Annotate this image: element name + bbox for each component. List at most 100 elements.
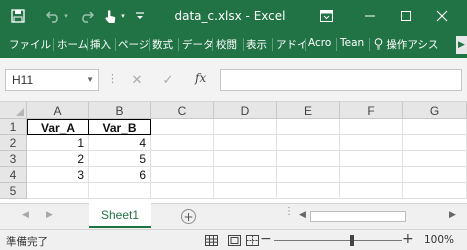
column-header-d[interactable]: D bbox=[214, 102, 277, 119]
tab-data[interactable]: データ bbox=[182, 37, 214, 52]
scroll-left-icon[interactable]: ◀ bbox=[299, 210, 306, 220]
insert-function-button[interactable]: fx bbox=[195, 71, 206, 85]
cell-b4[interactable]: 6 bbox=[89, 167, 151, 183]
cell-g3[interactable] bbox=[403, 151, 467, 167]
page-break-preview-icon[interactable] bbox=[244, 233, 260, 247]
tab-divider bbox=[178, 38, 179, 51]
cell-e3[interactable] bbox=[277, 151, 340, 167]
zoom-out-button[interactable]: − bbox=[260, 231, 272, 247]
formula-bar-resize-handle[interactable]: ⋮ bbox=[107, 73, 118, 85]
cell-g1[interactable] bbox=[403, 119, 467, 135]
cell-c3[interactable] bbox=[151, 151, 214, 167]
cancel-entry-button[interactable]: ✕ bbox=[128, 71, 146, 89]
cell-a2[interactable]: 1 bbox=[27, 135, 89, 151]
tab-formulas[interactable]: 数式 bbox=[152, 37, 173, 52]
cell-g2[interactable] bbox=[403, 135, 467, 151]
tab-team[interactable]: Tean bbox=[340, 37, 364, 49]
tab-view[interactable]: 表示 bbox=[246, 37, 267, 52]
select-all-button[interactable] bbox=[0, 102, 27, 119]
name-box[interactable]: H11 ▼ bbox=[5, 69, 99, 91]
tab-split-handle[interactable]: ⋮ bbox=[284, 207, 294, 217]
ribbon-more-icon[interactable]: ▶ bbox=[456, 36, 467, 54]
cell-b3[interactable]: 5 bbox=[89, 151, 151, 167]
cell-d5[interactable] bbox=[214, 183, 277, 199]
add-sheet-button[interactable]: + bbox=[181, 209, 196, 224]
previous-sheet-icon[interactable]: ◀ bbox=[22, 210, 29, 220]
tab-insert[interactable]: 挿入 bbox=[90, 37, 111, 52]
cell-c1[interactable] bbox=[151, 119, 214, 135]
cell-d2[interactable] bbox=[214, 135, 277, 151]
zoom-slider-handle[interactable] bbox=[350, 235, 354, 246]
cell-a1[interactable]: Var_A bbox=[27, 119, 89, 135]
cell-e4[interactable] bbox=[277, 167, 340, 183]
row-header-3[interactable]: 3 bbox=[0, 151, 27, 167]
column-header-b[interactable]: B bbox=[89, 102, 151, 119]
cell-e1[interactable] bbox=[277, 119, 340, 135]
scroll-right-icon[interactable]: ▶ bbox=[449, 210, 456, 220]
cell-e5[interactable] bbox=[277, 183, 340, 199]
tab-file[interactable]: ファイル bbox=[9, 37, 51, 52]
zoom-level[interactable]: 100% bbox=[424, 234, 454, 246]
lightbulb-icon bbox=[374, 38, 386, 51]
cell-f4[interactable] bbox=[340, 167, 403, 183]
touch-dropdown-icon[interactable]: ▾ bbox=[119, 7, 127, 25]
cell-b1[interactable]: Var_B bbox=[88, 119, 151, 135]
tab-page-layout[interactable]: ページ bbox=[118, 37, 149, 52]
column-header-c[interactable]: C bbox=[151, 102, 214, 119]
undo-icon[interactable] bbox=[44, 7, 62, 25]
chevron-down-icon[interactable]: ▼ bbox=[86, 75, 94, 84]
zoom-slider-track[interactable] bbox=[274, 240, 402, 241]
column-header-e[interactable]: E bbox=[277, 102, 340, 119]
row-header-2[interactable]: 2 bbox=[0, 135, 27, 151]
formula-input[interactable] bbox=[220, 69, 462, 91]
cell-g5[interactable] bbox=[403, 183, 467, 199]
tab-home[interactable]: ホーム bbox=[57, 37, 88, 52]
customize-icon[interactable] bbox=[134, 7, 146, 25]
tab-divider bbox=[243, 38, 244, 51]
cell-a5[interactable] bbox=[27, 183, 89, 199]
cell-a3[interactable]: 2 bbox=[27, 151, 89, 167]
touch-mode-icon[interactable] bbox=[101, 7, 119, 25]
tab-review[interactable]: 校閲 bbox=[216, 37, 237, 52]
restore-icon[interactable] bbox=[396, 6, 416, 26]
ribbon-display-options-icon[interactable] bbox=[316, 6, 336, 26]
cell-b2[interactable]: 4 bbox=[89, 135, 151, 151]
undo-dropdown-icon[interactable]: ▾ bbox=[62, 7, 70, 25]
column-header-g[interactable]: G bbox=[403, 102, 467, 119]
row-header-5[interactable]: 5 bbox=[0, 183, 27, 199]
cell-f3[interactable] bbox=[340, 151, 403, 167]
cell-f5[interactable] bbox=[340, 183, 403, 199]
row-header-4[interactable]: 4 bbox=[0, 167, 27, 183]
enter-entry-button[interactable]: ✓ bbox=[159, 71, 177, 89]
page-layout-view-icon[interactable] bbox=[226, 233, 242, 247]
cell-d1[interactable] bbox=[214, 119, 277, 135]
cell-c4[interactable] bbox=[151, 167, 214, 183]
sheet-tab-sheet1[interactable]: Sheet1 bbox=[89, 203, 151, 228]
tab-addins[interactable]: アドイ bbox=[276, 37, 308, 52]
next-sheet-icon[interactable]: ▶ bbox=[46, 210, 53, 220]
column-header-a[interactable]: A bbox=[27, 102, 89, 119]
zoom-in-button[interactable]: + bbox=[402, 231, 414, 247]
close-icon[interactable] bbox=[432, 6, 452, 26]
minimize-icon[interactable] bbox=[360, 6, 380, 26]
cell-f2[interactable] bbox=[340, 135, 403, 151]
cell-b5[interactable] bbox=[89, 183, 151, 199]
cell-c5[interactable] bbox=[151, 183, 214, 199]
cell-g4[interactable] bbox=[403, 167, 467, 183]
redo-icon[interactable] bbox=[78, 7, 96, 25]
column-header-f[interactable]: F bbox=[340, 102, 403, 119]
horizontal-scrollbar[interactable]: ◀ ▶ bbox=[296, 209, 461, 224]
cell-d3[interactable] bbox=[214, 151, 277, 167]
cell-f1[interactable] bbox=[340, 119, 403, 135]
tab-divider bbox=[53, 38, 54, 51]
tell-me-search[interactable]: 操作アシス bbox=[374, 37, 438, 52]
cell-e2[interactable] bbox=[277, 135, 340, 151]
save-icon[interactable] bbox=[9, 7, 27, 25]
row-header-1[interactable]: 1 bbox=[0, 119, 27, 135]
scrollbar-thumb[interactable] bbox=[310, 211, 406, 222]
cell-c2[interactable] bbox=[151, 135, 214, 151]
cell-d4[interactable] bbox=[214, 167, 277, 183]
normal-view-icon[interactable] bbox=[203, 233, 219, 247]
tab-acrobat[interactable]: Acro bbox=[308, 37, 331, 49]
cell-a4[interactable]: 3 bbox=[27, 167, 89, 183]
